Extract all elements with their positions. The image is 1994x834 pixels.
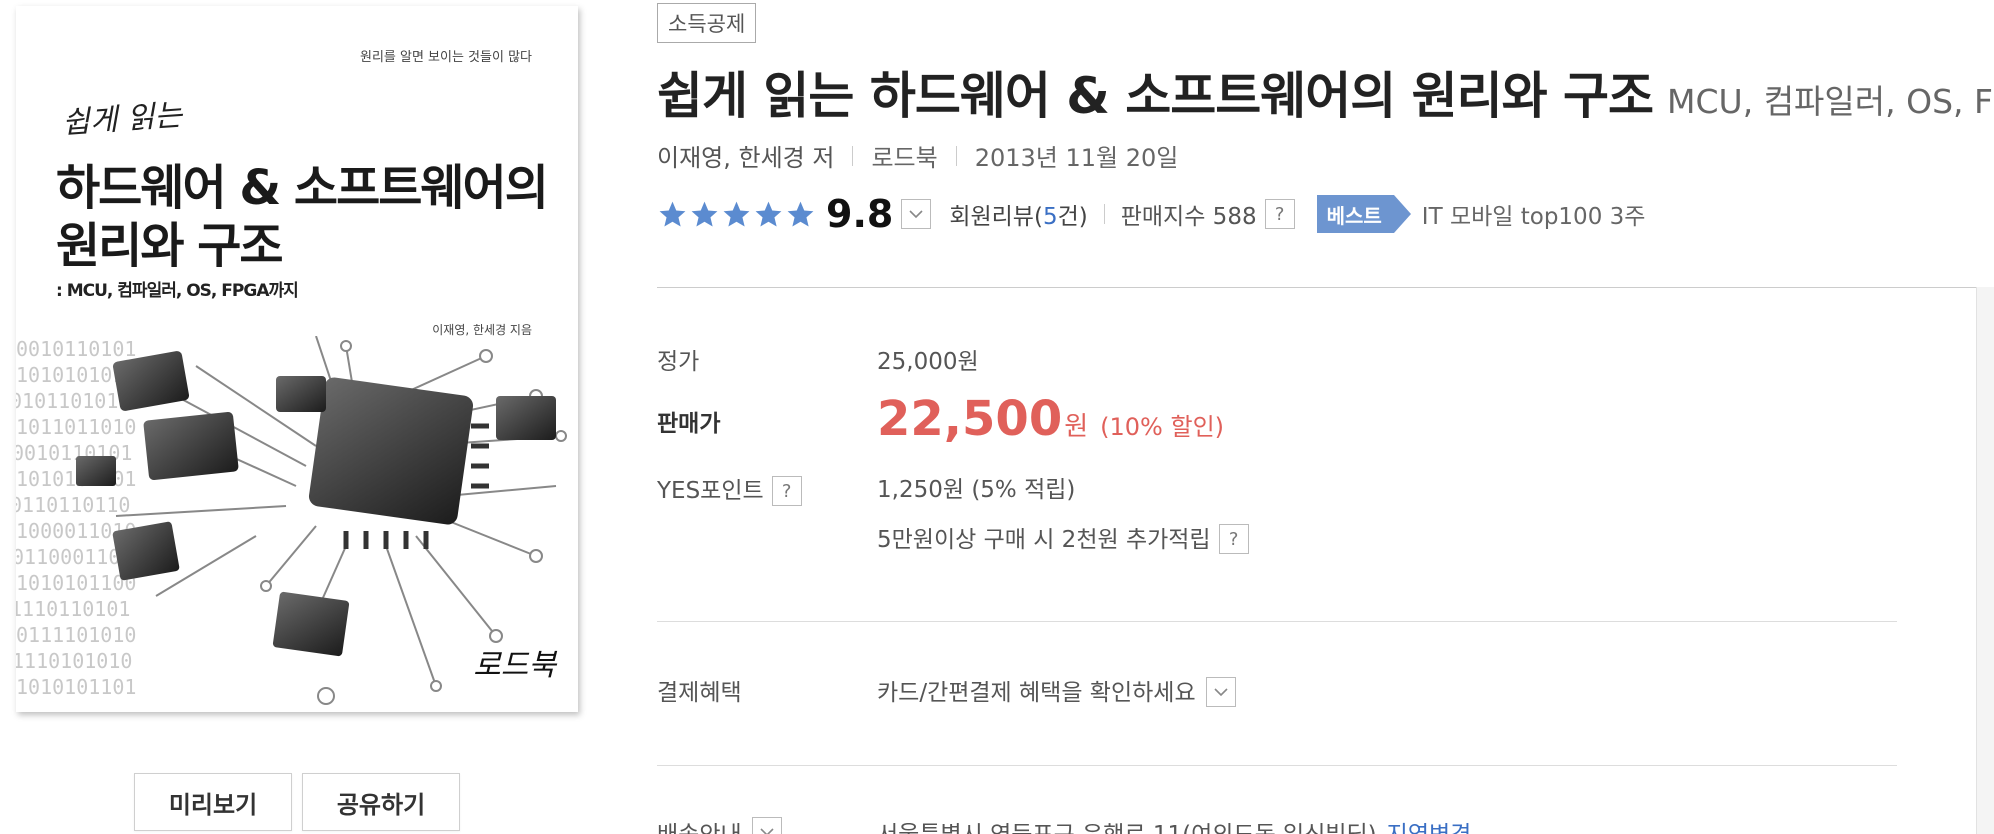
list-price-label: 정가 (657, 349, 700, 375)
star-icon (723, 201, 750, 227)
section-divider (657, 287, 1994, 288)
publisher-logo: 로드북 (473, 648, 556, 683)
cover-title-line2: 원리와 구조 (56, 218, 284, 274)
sale-price-row: 22,500 원 (10% 할인) (877, 391, 1224, 447)
shipping-dropdown-button[interactable] (751, 817, 782, 834)
payment-benefit-label: 결제혜택 (657, 680, 742, 706)
meta-separator (852, 145, 854, 166)
svg-text:1110101010: 1110101010 (16, 649, 132, 673)
section-divider (657, 621, 1897, 622)
svg-text:0110110110: 0110110110 (16, 493, 130, 517)
rating-row: 9.8 회원리뷰(5건) 판매지수 588 ? 베스트 IT 모바일 top10… (657, 192, 1645, 236)
extra-point-row: 5만원이상 구매 시 2천원 추가적립 ? (877, 520, 1249, 554)
book-title: 쉽게 읽는 하드웨어 & 소프트웨어의 원리와 구조 (657, 67, 1654, 125)
svg-text:0110001101: 0110001101 (16, 545, 132, 569)
svg-text:0010110101: 0010110101 (16, 337, 136, 361)
cover-subtitle: : MCU, 컴파일러, OS, FPGA까지 (56, 281, 299, 301)
star-icon (659, 201, 686, 227)
yes-point-help-button[interactable]: ? (771, 476, 802, 506)
sale-price-label: 판매가 (657, 411, 721, 437)
rating-score: 9.8 (826, 192, 894, 236)
rating-dropdown-button[interactable] (901, 199, 932, 229)
cover-tagline: 원리를 알면 보이는 것들이 많다 (359, 50, 532, 65)
extra-point-text: 5만원이상 구매 시 2천원 추가적립 (877, 527, 1211, 553)
chevron-down-icon (760, 828, 774, 834)
section-divider (657, 765, 1897, 766)
payment-benefit-text: 카드/간편결제 혜택을 확인하세요 (877, 680, 1196, 706)
sale-price-unit: 원 (1064, 412, 1089, 442)
book-meta: 이재영, 한세경 저 로드북 2013년 11월 20일 (657, 138, 1178, 173)
preview-button[interactable]: 미리보기 (134, 773, 292, 831)
rating-separator (1103, 204, 1105, 224)
tax-deduction-badge: 소득공제 (657, 3, 757, 43)
member-reviews-link[interactable]: 회원리뷰(5건) (949, 197, 1087, 231)
svg-text:1010101100: 1010101100 (16, 571, 136, 595)
star-icon (787, 201, 814, 227)
review-count: 5 (1042, 204, 1058, 230)
author-link[interactable]: 이재영, 한세경 저 (657, 138, 834, 173)
rating-stars (657, 199, 816, 230)
book-cover-image[interactable]: 원리를 알면 보이는 것들이 많다 쉽게 읽는 하드웨어 & 소프트웨어의 원리… (16, 6, 578, 712)
shipping-label: 배송안내 (657, 815, 742, 834)
star-icon (691, 201, 718, 227)
yes-point-value: 1,250원 (5% 적립) (877, 477, 1076, 503)
star-icon (755, 201, 782, 227)
shipping-address: 서울특별시 영등포구 은행로 11(여의도동,일신빌딩) (877, 815, 1377, 834)
sales-index-help-button[interactable]: ? (1264, 199, 1295, 229)
shipping-label-row: 배송안내 (657, 815, 782, 834)
payment-benefit-row: 카드/간편결제 혜택을 확인하세요 (877, 673, 1236, 707)
shipping-address-row: 서울특별시 영등포구 은행로 11(여의도동,일신빌딩) 지역변경 (877, 815, 1471, 834)
sale-price-value: 22,500 (877, 391, 1063, 447)
svg-text:1110110101: 1110110101 (16, 597, 130, 621)
bestseller-badge[interactable]: 베스트 (1316, 195, 1412, 233)
publish-date: 2013년 11월 20일 (974, 144, 1179, 172)
meta-separator (955, 145, 957, 166)
cover-handwritten-title: 쉽게 읽는 (61, 97, 184, 142)
svg-text:0101101011: 0101101011 (16, 389, 130, 413)
book-subtitle: MCU, 컴파일러, OS, F (1667, 82, 1993, 121)
side-panel-edge (1976, 287, 1994, 834)
svg-text:0111101010: 0111101010 (16, 623, 136, 647)
share-button[interactable]: 공유하기 (302, 773, 460, 831)
list-price-value: 25,000원 (877, 349, 979, 375)
review-suffix: 건) (1057, 204, 1088, 230)
chevron-down-icon (1214, 688, 1228, 697)
extra-point-help-button[interactable]: ? (1218, 524, 1249, 554)
payment-benefit-dropdown-button[interactable] (1205, 677, 1236, 707)
svg-text:1011011010: 1011011010 (16, 415, 136, 439)
yes-point-label-row: YES포인트 ? (657, 470, 802, 506)
title-row: 쉽게 읽는 하드웨어 & 소프트웨어의 원리와 구조 MCU, 컴파일러, OS… (657, 56, 1993, 128)
change-region-link[interactable]: 지역변경 (1387, 815, 1472, 834)
bestseller-rank-link[interactable]: IT 모바일 top100 3주 (1422, 197, 1646, 231)
svg-text:1010101101: 1010101101 (16, 675, 136, 699)
discount-rate: (10% 할인) (1100, 413, 1225, 441)
publisher-link[interactable]: 로드북 (871, 138, 937, 173)
chevron-down-icon (909, 210, 923, 219)
yes-point-label: YES포인트 (657, 478, 764, 504)
review-prefix: 회원리뷰( (949, 204, 1043, 230)
sales-index: 판매지수 588 (1120, 204, 1257, 230)
